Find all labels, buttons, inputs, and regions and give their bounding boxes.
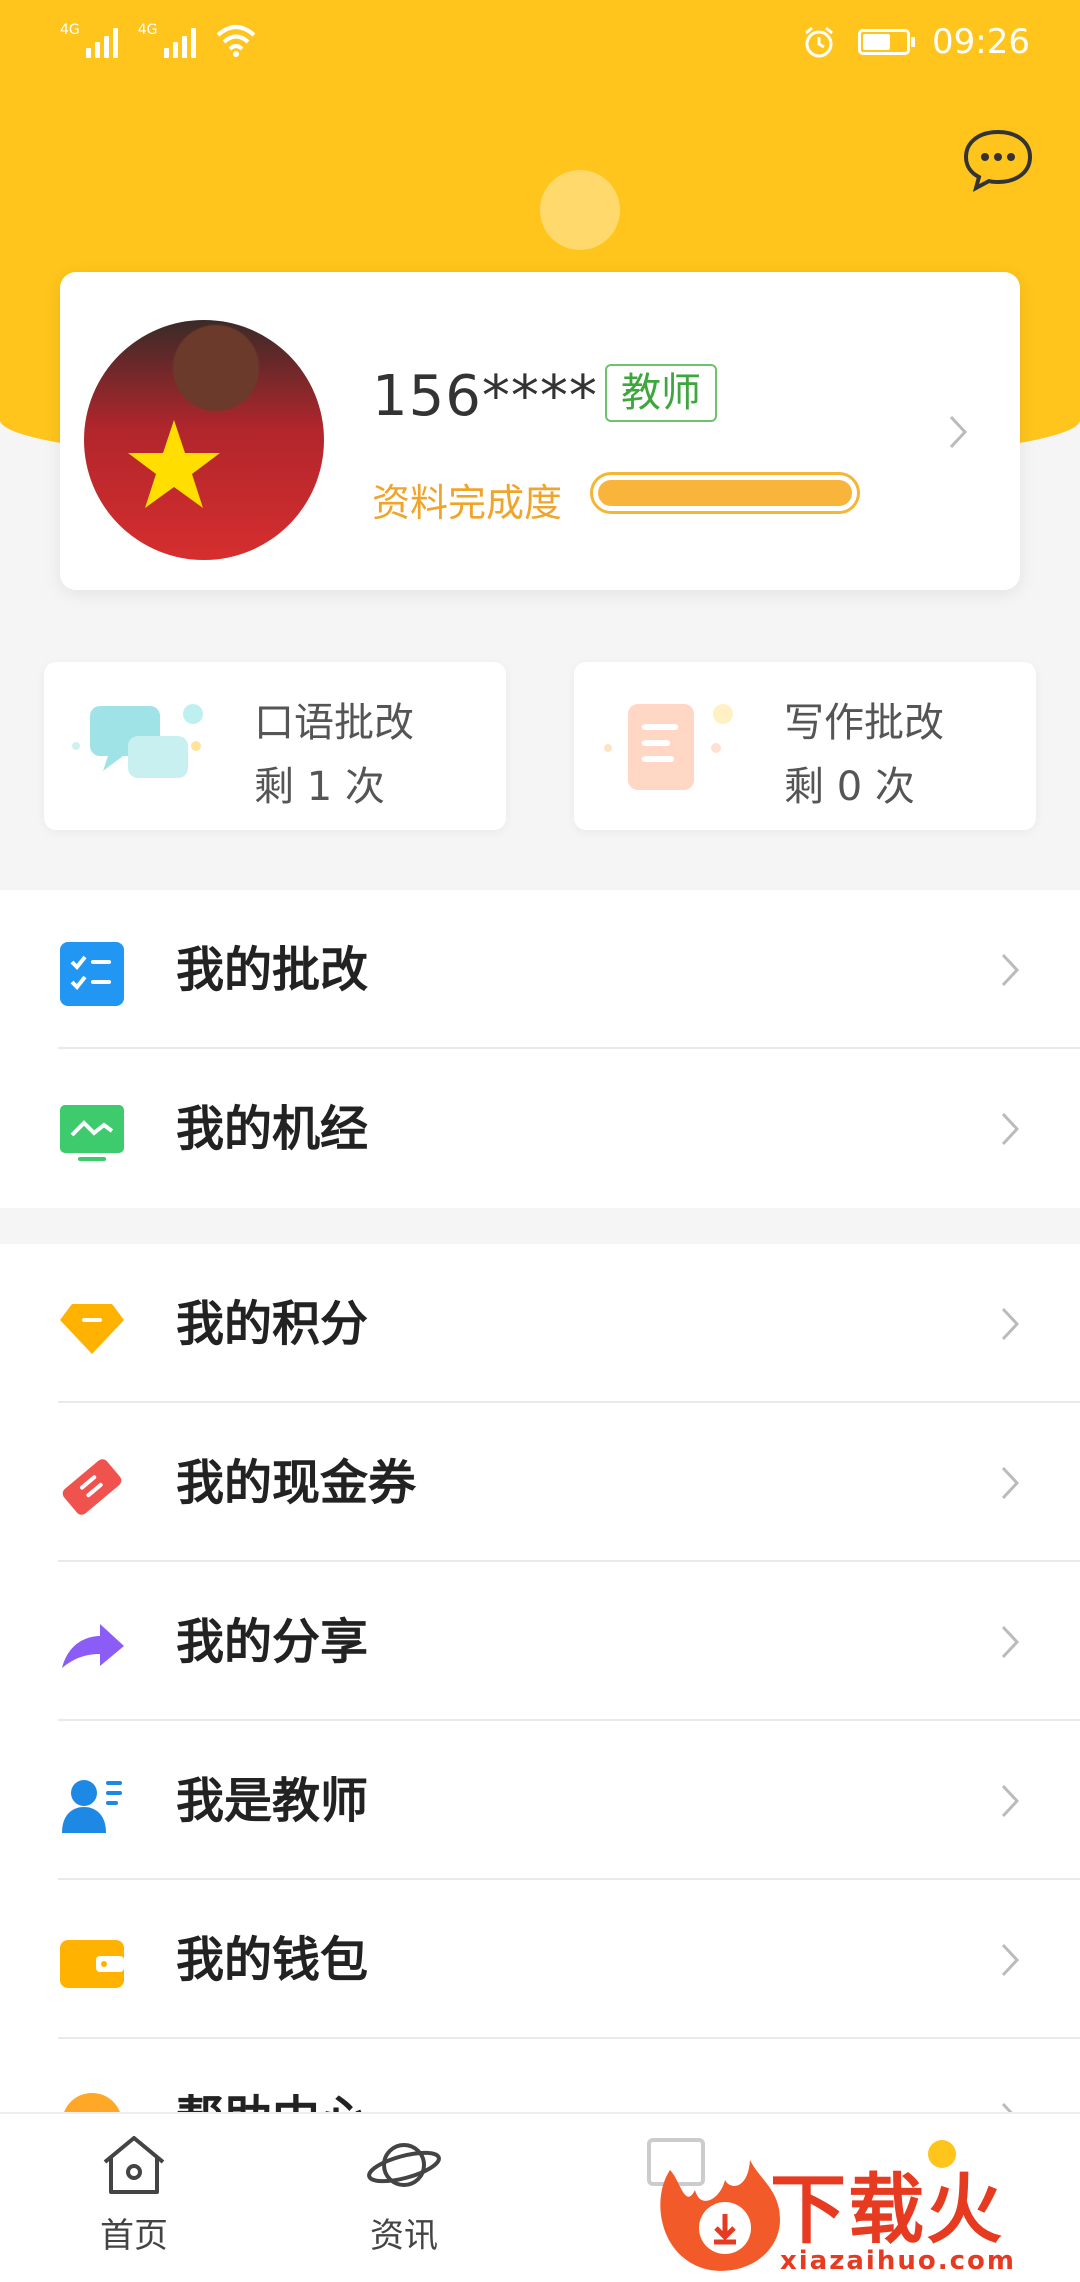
planet-icon	[367, 2143, 441, 2187]
chevron-right-icon	[1001, 1307, 1020, 1341]
username: 156****	[372, 364, 598, 429]
teacher-icon	[62, 1780, 122, 1833]
chevron-right-icon	[1001, 2102, 1013, 2112]
menu-item-my-exam-notes[interactable]: 我的机经	[0, 1049, 1080, 1208]
writing-correction-card[interactable]: 写作批改 剩 0 次	[574, 662, 1036, 830]
completion-label: 资料完成度	[372, 481, 563, 525]
menu-item-label: 我的分享	[176, 1614, 369, 1670]
tab-news-label: 资讯	[370, 2216, 438, 2256]
message-icon[interactable]	[962, 128, 1034, 192]
monitor-icon	[60, 1105, 124, 1161]
battery-icon	[858, 29, 916, 55]
avatar[interactable]	[84, 320, 324, 560]
signal-icon-2: 4G	[138, 22, 196, 58]
clock: 09:26	[932, 22, 1030, 62]
completion-progress-bar	[590, 472, 860, 514]
watermark-url: xiazaihuo.com	[780, 2246, 1016, 2276]
chevron-right-icon	[1001, 1784, 1020, 1818]
network-type-2: 4G	[137, 22, 158, 38]
menu-item-my-points[interactable]: 我的积分	[0, 1244, 1080, 1403]
menu-item-label: 我的钱包	[176, 1932, 369, 1988]
share-arrow-icon	[62, 1624, 124, 1668]
checklist-icon	[60, 942, 124, 1006]
menu-item-i-am-teacher[interactable]: 我是教师	[0, 1721, 1080, 1880]
diamond-icon	[60, 1304, 124, 1354]
speech-bubble-icon	[72, 704, 203, 778]
speaking-correction-card[interactable]: 口语批改 剩 1 次	[44, 662, 506, 830]
menu-item-label: 我的机经	[176, 1101, 369, 1157]
home-icon	[103, 2136, 165, 2194]
chevron-right-icon	[1001, 1112, 1020, 1146]
chevron-right-icon	[1001, 1466, 1020, 1500]
role-badge: 教师	[605, 364, 717, 422]
watermark-brand: 下载火	[770, 2165, 1004, 2254]
chevron-right-icon	[1001, 1625, 1020, 1659]
flag-star-icon	[128, 420, 220, 508]
chevron-right-icon	[949, 415, 968, 449]
menu-item-label: 帮助中心	[176, 2089, 368, 2112]
menu-item-label: 我的积分	[176, 1296, 369, 1352]
menu-item-label: 我的批改	[176, 942, 369, 998]
status-bar: 4G 4G 09:26	[0, 0, 1080, 90]
menu-group-study: 我的批改 我的机经	[0, 890, 1080, 1208]
chevron-right-icon	[1001, 953, 1020, 987]
stat-title: 写作批改	[784, 700, 944, 746]
wifi-icon	[216, 25, 255, 57]
menu-item-label: 我的现金券	[176, 1455, 417, 1511]
stat-title: 口语批改	[254, 700, 414, 746]
ticket-icon	[62, 1459, 122, 1515]
profile-card[interactable]: 156**** 教师 资料完成度	[60, 272, 1020, 590]
network-type-1: 4G	[60, 22, 80, 38]
menu-group-account: 我的积分 我的现金券 我的分享 我是教师 我的钱包	[0, 1244, 1080, 2112]
help-icon	[64, 2093, 120, 2112]
tab-news[interactable]: 资讯	[324, 2132, 484, 2257]
document-icon	[604, 704, 733, 790]
menu-item-my-wallet[interactable]: 我的钱包	[0, 1880, 1080, 2039]
stat-remaining: 剩 1 次	[254, 764, 385, 810]
menu-item-help-center[interactable]: 帮助中心	[0, 2039, 1080, 2112]
signal-icon: 4G	[60, 22, 118, 58]
menu-item-my-corrections[interactable]: 我的批改	[0, 890, 1080, 1049]
stat-remaining: 剩 0 次	[784, 764, 915, 810]
menu-item-label: 我是教师	[176, 1773, 369, 1829]
decorative-circle	[540, 170, 620, 250]
tab-home[interactable]: 首页	[54, 2132, 214, 2257]
menu-item-my-shares[interactable]: 我的分享	[0, 1562, 1080, 1721]
menu-item-my-cash-coupons[interactable]: 我的现金券	[0, 1403, 1080, 1562]
tab-home-label: 首页	[100, 2216, 168, 2256]
alarm-icon	[805, 26, 833, 58]
chevron-right-icon	[1001, 1943, 1020, 1977]
wallet-icon	[60, 1940, 124, 1988]
